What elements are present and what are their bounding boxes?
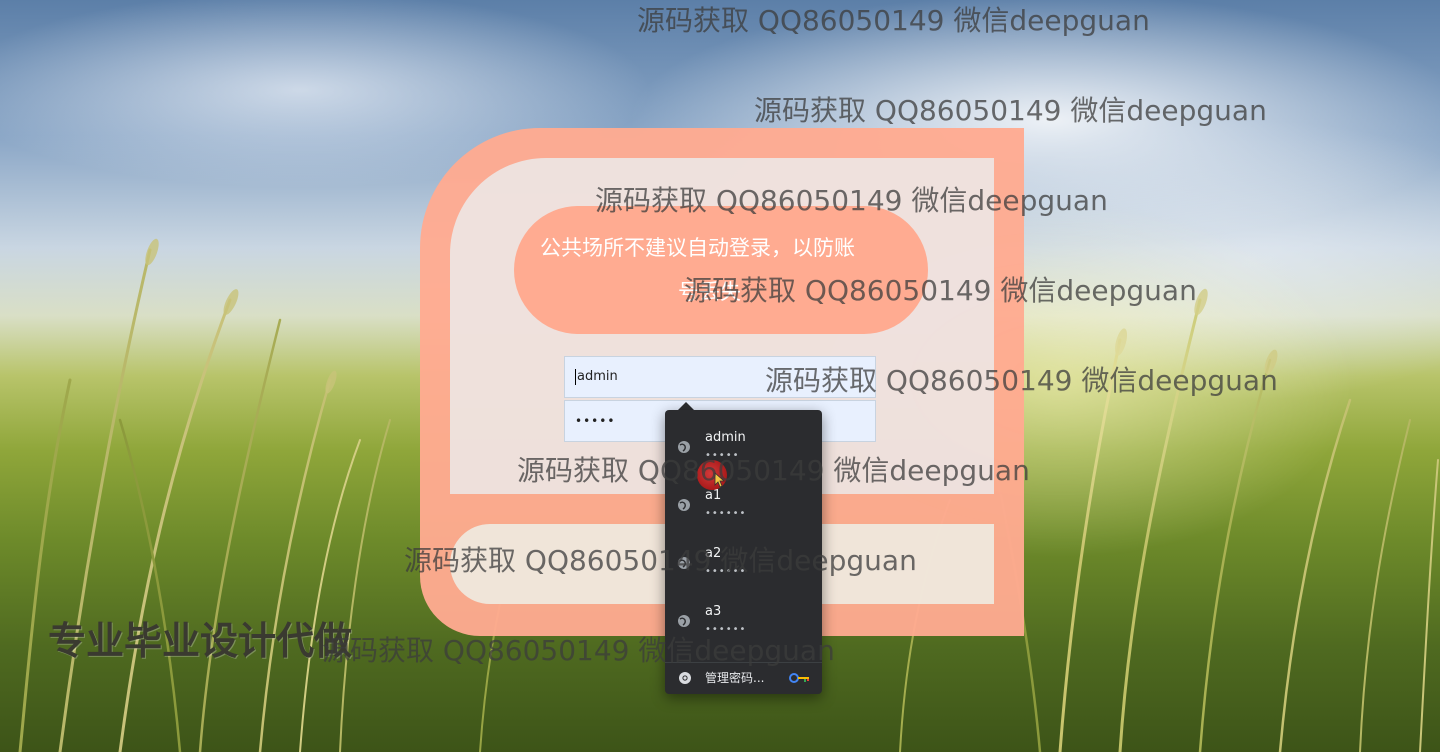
- globe-icon: [678, 499, 690, 511]
- watermark: 源码获取 QQ86050149 微信deepguan: [404, 544, 917, 577]
- manage-passwords-label: 管理密码...: [705, 671, 765, 685]
- autofill-pointer: [678, 402, 694, 410]
- key-icon: [789, 673, 809, 683]
- desktop-background: 公共场所不建议自动登录，以防账 号丢失 admin ••••• admin ••…: [0, 0, 1440, 752]
- autofill-password: ••••••: [705, 508, 747, 519]
- text-caret: [575, 368, 576, 385]
- autofill-username: a3: [705, 604, 722, 619]
- chrome-icon: [679, 672, 691, 684]
- autofill-username: admin: [705, 430, 746, 445]
- password-value: •••••: [575, 414, 616, 428]
- watermark: 源码获取 QQ86050149 微信deepguan: [765, 364, 1278, 397]
- globe-icon: [678, 615, 690, 627]
- username-value: admin: [577, 369, 618, 384]
- promo-text: 专业毕业设计代做: [48, 619, 353, 663]
- globe-icon: [678, 441, 690, 453]
- watermark: 源码获取 QQ86050149 微信deepguan: [517, 454, 1030, 487]
- watermark: 源码获取 QQ86050149 微信deepguan: [637, 4, 1150, 37]
- watermark: 源码获取 QQ86050149 微信deepguan: [595, 184, 1108, 217]
- watermark: 源码获取 QQ86050149 微信deepguan: [754, 94, 1267, 127]
- watermark: 源码获取 QQ86050149 微信deepguan: [322, 634, 835, 667]
- watermark: 源码获取 QQ86050149 微信deepguan: [684, 274, 1197, 307]
- autofill-username: a1: [705, 488, 722, 503]
- warning-line-1: 公共场所不建议自动登录，以防账: [540, 236, 855, 260]
